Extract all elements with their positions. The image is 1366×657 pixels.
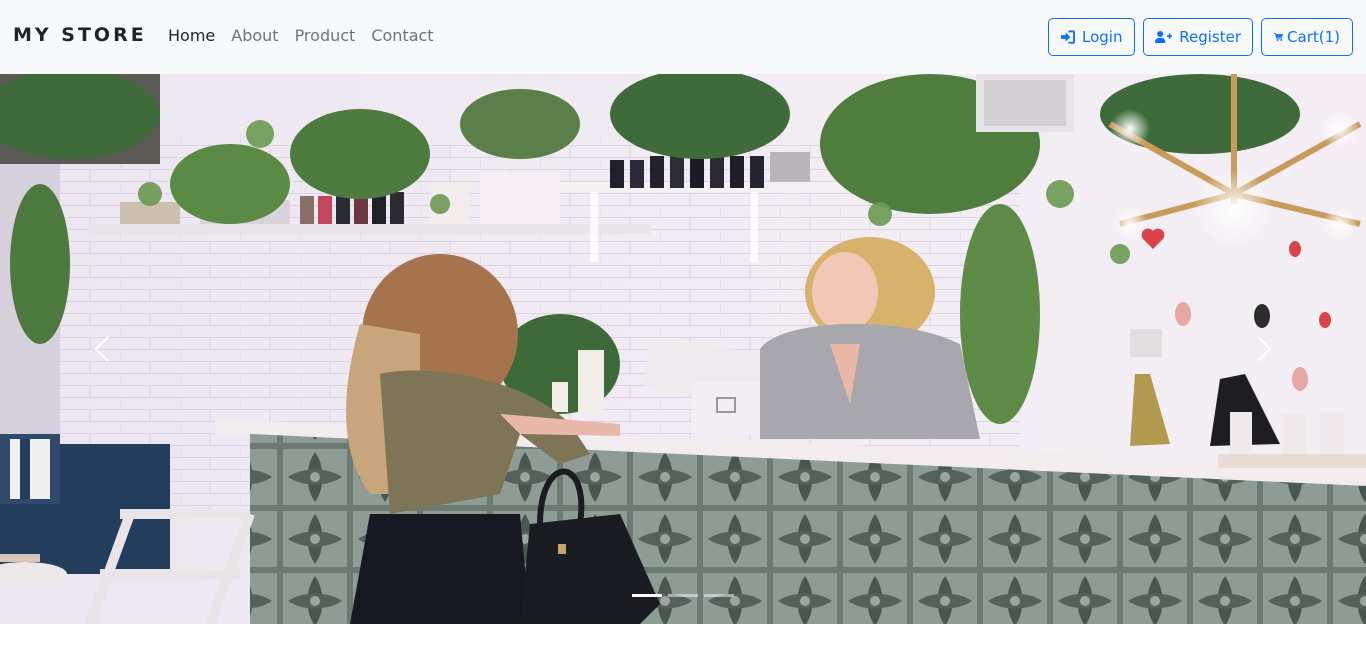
- carousel-indicator-2[interactable]: [668, 594, 698, 597]
- carousel-indicator-3[interactable]: [704, 594, 734, 597]
- user-plus-icon: [1155, 30, 1173, 44]
- carousel-next-button[interactable]: [1234, 319, 1294, 379]
- login-label: Login: [1082, 28, 1123, 46]
- brand-logo[interactable]: MY STORE: [13, 24, 147, 46]
- nav-link-home[interactable]: Home: [168, 26, 215, 45]
- sign-in-icon: [1060, 30, 1075, 44]
- register-label: Register: [1179, 28, 1241, 46]
- chevron-left-icon: [94, 336, 109, 362]
- register-button[interactable]: Register: [1143, 18, 1253, 56]
- nav-link-about[interactable]: About: [231, 26, 278, 45]
- shopping-cart-icon: [1274, 33, 1284, 41]
- hero-image: [0, 74, 1366, 624]
- nav-link-contact[interactable]: Contact: [371, 26, 433, 45]
- carousel-prev-button[interactable]: [72, 319, 132, 379]
- nav-links: Home About Product Contact: [168, 26, 434, 45]
- login-button[interactable]: Login: [1048, 18, 1135, 56]
- navbar: MY STORE Home About Product Contact Logi…: [0, 0, 1366, 74]
- nav-actions: Login Register Cart(1): [1048, 18, 1353, 56]
- cart-button[interactable]: Cart(1): [1261, 18, 1353, 56]
- carousel-indicators: [632, 594, 734, 597]
- carousel-indicator-1[interactable]: [632, 594, 662, 597]
- chevron-right-icon: [1257, 336, 1272, 362]
- nav-link-product[interactable]: Product: [295, 26, 356, 45]
- hero-carousel[interactable]: [0, 74, 1366, 624]
- cart-label: Cart(1): [1287, 28, 1340, 46]
